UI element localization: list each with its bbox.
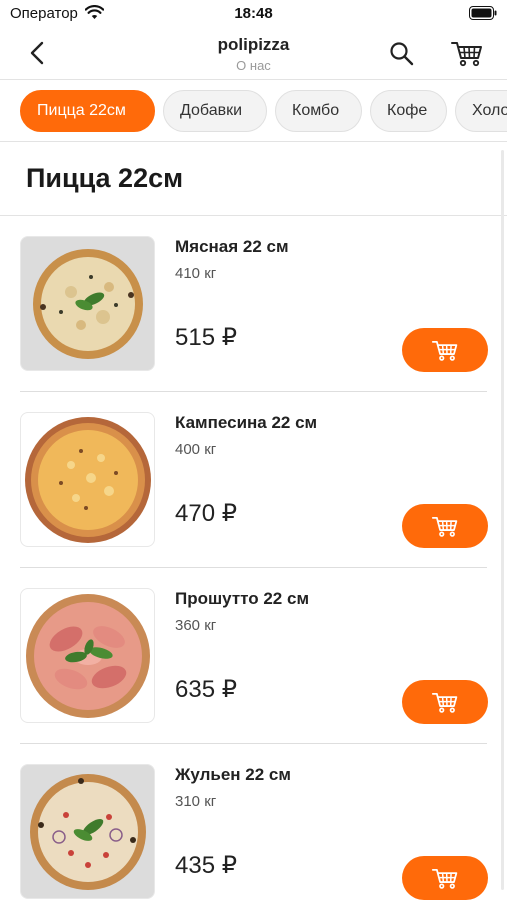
product-image bbox=[20, 764, 155, 899]
product-card[interactable]: Мясная 22 см 410 кг 515 ₽ bbox=[0, 216, 507, 392]
category-chip-label: Кофе bbox=[387, 102, 428, 119]
search-icon bbox=[390, 42, 414, 66]
product-price: 435 ₽ bbox=[175, 852, 237, 879]
product-weight: 400 кг bbox=[175, 441, 217, 458]
product-name: Жульен 22 см bbox=[175, 765, 291, 784]
search-button[interactable] bbox=[388, 38, 416, 68]
cart-icon bbox=[451, 42, 482, 67]
category-chip-label: Холо bbox=[472, 102, 507, 119]
product-name: Прошутто 22 см bbox=[175, 589, 310, 608]
product-price: 515 ₽ bbox=[175, 324, 237, 351]
product-weight: 360 кг bbox=[175, 617, 217, 634]
category-chip-pizza[interactable]: Пицца 22см bbox=[20, 90, 155, 132]
category-chip-cold[interactable]: Холо bbox=[455, 90, 507, 132]
cart-icon bbox=[431, 516, 458, 537]
cart-icon bbox=[431, 340, 458, 361]
category-chip-addons[interactable]: Добавки bbox=[163, 90, 267, 132]
about-link[interactable]: О нас bbox=[0, 58, 507, 73]
cart-icon bbox=[431, 868, 458, 889]
product-name: Кампесина 22 см bbox=[175, 413, 318, 432]
cart-button[interactable] bbox=[450, 37, 484, 69]
product-weight: 410 кг bbox=[175, 265, 217, 282]
category-chip-label: Добавки bbox=[180, 102, 243, 119]
product-price: 470 ₽ bbox=[175, 500, 237, 527]
product-price: 635 ₽ bbox=[175, 676, 237, 703]
product-card[interactable]: Прошутто 22 см 360 кг 635 ₽ bbox=[0, 568, 507, 744]
nav-bar: polipizza О нас bbox=[0, 28, 507, 80]
product-image bbox=[20, 236, 155, 371]
product-image bbox=[20, 588, 155, 723]
product-name: Мясная 22 см bbox=[175, 237, 289, 256]
add-to-cart-button[interactable] bbox=[402, 504, 488, 548]
product-card[interactable]: Кампесина 22 см 400 кг 470 ₽ bbox=[0, 392, 507, 568]
add-to-cart-button[interactable] bbox=[402, 680, 488, 724]
product-weight: 310 кг bbox=[175, 793, 217, 810]
status-clock: 18:48 bbox=[234, 5, 273, 22]
add-to-cart-button[interactable] bbox=[402, 328, 488, 372]
add-to-cart-button[interactable] bbox=[402, 856, 488, 900]
category-chip-coffee[interactable]: Кофе bbox=[370, 90, 447, 132]
product-card[interactable]: Жульен 22 см 310 кг 435 ₽ bbox=[0, 744, 507, 900]
status-bar: Оператор 18:48 bbox=[0, 0, 507, 28]
category-chip-label: Пицца 22см bbox=[37, 102, 126, 119]
section-title: Пицца 22см bbox=[26, 163, 184, 193]
category-chip-combo[interactable]: Комбо bbox=[275, 90, 362, 132]
cart-icon bbox=[431, 692, 458, 713]
nav-title: polipizza bbox=[217, 35, 290, 54]
product-image bbox=[20, 412, 155, 547]
battery-icon bbox=[469, 6, 497, 20]
category-tabs: Пицца 22см Добавки Комбо Кофе Холо bbox=[0, 80, 507, 142]
category-chip-label: Комбо bbox=[292, 102, 340, 119]
